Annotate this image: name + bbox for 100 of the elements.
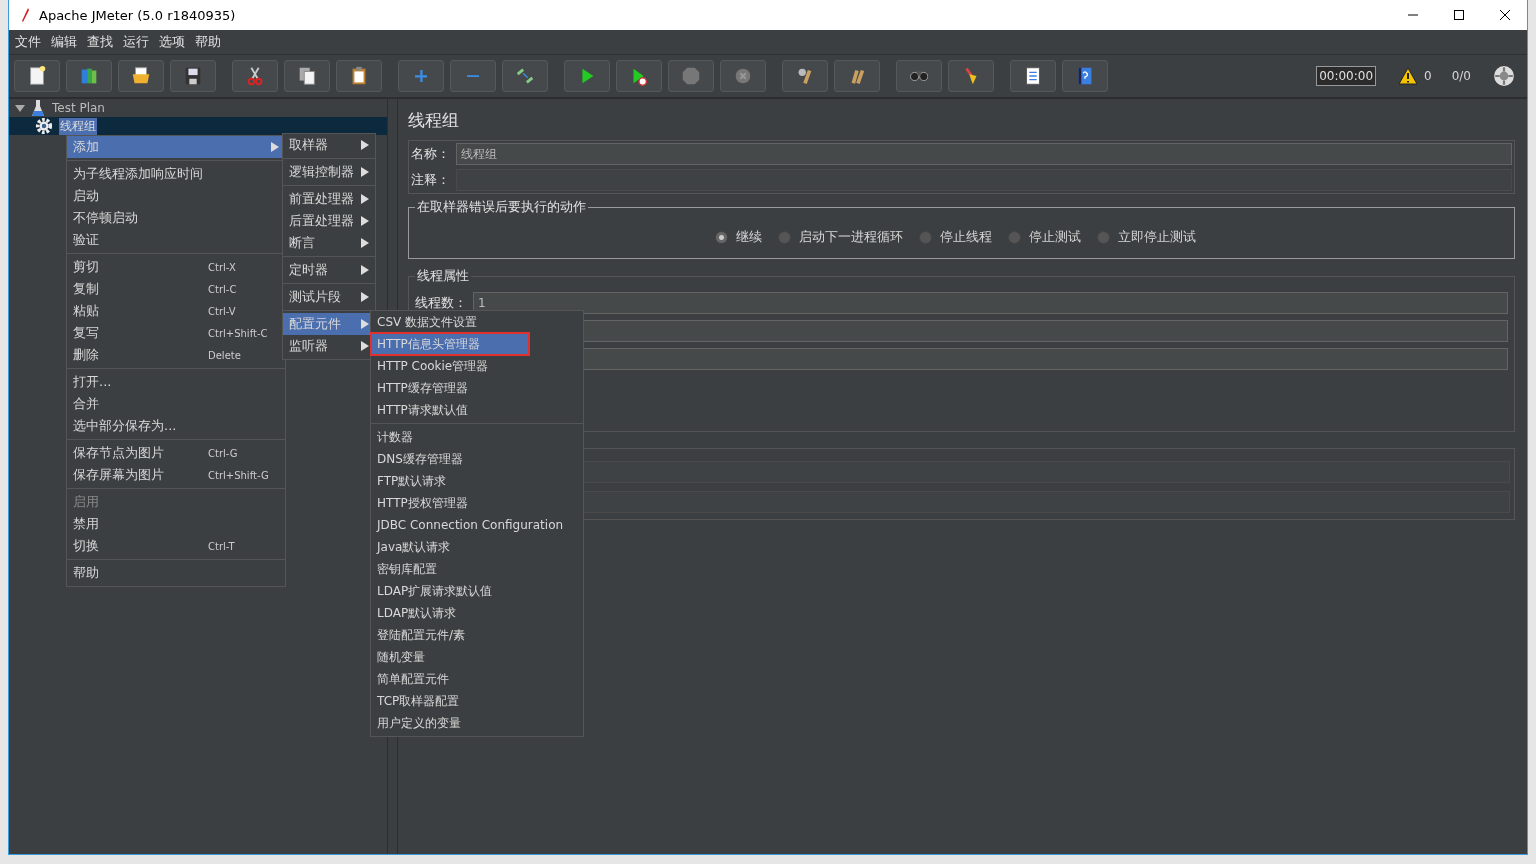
minus-icon bbox=[466, 74, 480, 78]
menu-item[interactable]: 复写 Ctrl+Shift-C bbox=[67, 322, 285, 344]
menu-item[interactable]: 剪切 Ctrl-X bbox=[67, 256, 285, 278]
menu-item[interactable]: 启动 bbox=[67, 185, 285, 207]
tree-item[interactable]: 线程组 bbox=[59, 117, 97, 135]
stop-sign-icon bbox=[680, 65, 702, 87]
menu-item[interactable]: 为子线程添加响应时间 bbox=[67, 163, 285, 185]
submenu-arrow-icon bbox=[361, 216, 369, 226]
menu-item[interactable]: 逻辑控制器 bbox=[283, 161, 375, 183]
menu-item[interactable]: 取样器 bbox=[283, 134, 375, 156]
menu-item[interactable]: 粘贴 Ctrl-V bbox=[67, 300, 285, 322]
menu-item[interactable]: DNS缓存管理器 bbox=[371, 448, 583, 470]
menu-item[interactable]: 验证 bbox=[67, 229, 285, 251]
toolbar-button[interactable] bbox=[170, 60, 216, 92]
elapsed-timer: 00:00:00 bbox=[1316, 66, 1377, 86]
menu-item[interactable]: 帮助 bbox=[191, 33, 227, 51]
radio-button[interactable] bbox=[919, 230, 932, 244]
menu-item[interactable]: 合并 bbox=[67, 393, 285, 415]
menu-item[interactable]: 打开... bbox=[67, 371, 285, 393]
field-label: 注释： bbox=[411, 171, 450, 189]
menu-item[interactable]: 添加 bbox=[67, 136, 285, 158]
radio-label: 启动下一进程循环 bbox=[799, 228, 903, 246]
menu-item[interactable]: Java默认请求 bbox=[371, 536, 583, 558]
submenu-arrow-icon bbox=[361, 319, 369, 329]
thread-count: 0/0 bbox=[1451, 69, 1471, 83]
radio-button[interactable] bbox=[715, 230, 728, 244]
menu-item[interactable]: LDAP默认请求 bbox=[371, 602, 583, 624]
toolbar-button[interactable] bbox=[616, 60, 662, 92]
toolbar-button[interactable] bbox=[118, 60, 164, 92]
menu-item[interactable]: HTTP Cookie管理器 bbox=[371, 355, 583, 377]
flask-icon bbox=[31, 99, 45, 117]
menu-item[interactable]: HTTP请求默认值 bbox=[371, 399, 583, 421]
menu-item[interactable]: 密钥库配置 bbox=[371, 558, 583, 580]
toolbar-button[interactable] bbox=[1062, 60, 1108, 92]
menu-item[interactable]: 保存节点为图片 Ctrl-G bbox=[67, 442, 285, 464]
remote-icon[interactable] bbox=[1493, 65, 1515, 87]
menu-item[interactable]: 简单配置元件 bbox=[371, 668, 583, 690]
menu-item[interactable]: 随机变量 bbox=[371, 646, 583, 668]
group-title: 线程属性 bbox=[416, 267, 470, 285]
menu-item[interactable]: 查找 bbox=[83, 33, 119, 51]
maximize-icon[interactable] bbox=[1453, 9, 1465, 21]
toolbar-button[interactable] bbox=[66, 60, 112, 92]
submenu-arrow-icon bbox=[361, 341, 369, 351]
tree-item[interactable]: Test Plan bbox=[51, 101, 106, 115]
menu-item[interactable]: 切换 Ctrl-T bbox=[67, 535, 285, 557]
name-field[interactable]: 线程组 bbox=[456, 143, 1512, 165]
panel-title: 线程组 bbox=[408, 109, 460, 132]
menu-item[interactable]: 后置处理器 bbox=[283, 210, 375, 232]
menu-item[interactable]: 选项 bbox=[155, 33, 191, 51]
menu-item[interactable]: 编辑 bbox=[47, 33, 83, 51]
radio-button[interactable] bbox=[1008, 230, 1021, 244]
plus-icon bbox=[414, 69, 428, 83]
field-label: 线程数： bbox=[415, 294, 467, 312]
radio-button[interactable] bbox=[1097, 230, 1110, 244]
menu-item[interactable]: TCP取样器配置 bbox=[371, 690, 583, 712]
menu-item[interactable]: 保存屏幕为图片 Ctrl+Shift-G bbox=[67, 464, 285, 486]
submenu-arrow-icon bbox=[361, 238, 369, 248]
menu-item[interactable]: 运行 bbox=[119, 33, 155, 51]
menu-item[interactable]: HTTP授权管理器 bbox=[371, 492, 583, 514]
menu-item[interactable]: HTTP缓存管理器 bbox=[371, 377, 583, 399]
radio-label: 停止测试 bbox=[1029, 228, 1081, 246]
menu-item[interactable]: HTTP信息头管理器 bbox=[371, 333, 529, 355]
submenu-arrow-icon bbox=[361, 140, 369, 150]
menu-item[interactable]: 不停顿启动 bbox=[67, 207, 285, 229]
radio-label: 停止线程 bbox=[940, 228, 992, 246]
menu-item[interactable]: JDBC Connection Configuration bbox=[371, 514, 583, 536]
close-icon[interactable] bbox=[1499, 9, 1511, 21]
toolbar-button[interactable] bbox=[14, 60, 60, 92]
expand-toggle-icon[interactable] bbox=[15, 103, 25, 113]
toolbar-button[interactable] bbox=[564, 60, 610, 92]
submenu-arrow-icon bbox=[361, 292, 369, 302]
toolbar-button[interactable] bbox=[284, 60, 330, 92]
menu-item[interactable]: 测试片段 bbox=[283, 286, 375, 308]
menu-item[interactable]: 文件 bbox=[11, 33, 47, 51]
menu-item[interactable]: 选中部分保存为... bbox=[67, 415, 285, 437]
menu-item[interactable]: 登陆配置元件/素 bbox=[371, 624, 583, 646]
menu-item[interactable]: 用户定义的变量 bbox=[371, 712, 583, 734]
warning-icon[interactable] bbox=[1398, 67, 1419, 85]
radio-label: 继续 bbox=[736, 228, 762, 246]
menu-item[interactable]: 帮助 bbox=[67, 562, 285, 584]
binoculars-icon bbox=[909, 70, 929, 82]
group-title: 在取样器错误后要执行的动作 bbox=[416, 198, 587, 216]
thread-count-field[interactable]: 1 bbox=[473, 292, 1508, 314]
menu-item[interactable]: 断言 bbox=[283, 232, 375, 254]
menu-item[interactable]: LDAP扩展请求默认值 bbox=[371, 580, 583, 602]
menu-item[interactable]: 删除 Delete bbox=[67, 344, 285, 366]
menu-item[interactable]: 禁用 bbox=[67, 513, 285, 535]
toolbar-button[interactable] bbox=[336, 60, 382, 92]
toolbar-button[interactable] bbox=[782, 60, 828, 92]
submenu-arrow-icon bbox=[361, 194, 369, 204]
menu-item[interactable]: 复制 Ctrl-C bbox=[67, 278, 285, 300]
radio-button[interactable] bbox=[778, 230, 791, 244]
submenu-arrow-icon bbox=[361, 265, 369, 275]
menu-item[interactable]: 定时器 bbox=[283, 259, 375, 281]
menu-item[interactable]: FTP默认请求 bbox=[371, 470, 583, 492]
radio-label: 立即停止测试 bbox=[1118, 228, 1196, 246]
menu-item[interactable]: 前置处理器 bbox=[283, 188, 375, 210]
toolbar-button[interactable] bbox=[1010, 60, 1056, 92]
menu-item[interactable]: 计数器 bbox=[371, 426, 583, 448]
toolbar-button[interactable] bbox=[232, 60, 278, 92]
